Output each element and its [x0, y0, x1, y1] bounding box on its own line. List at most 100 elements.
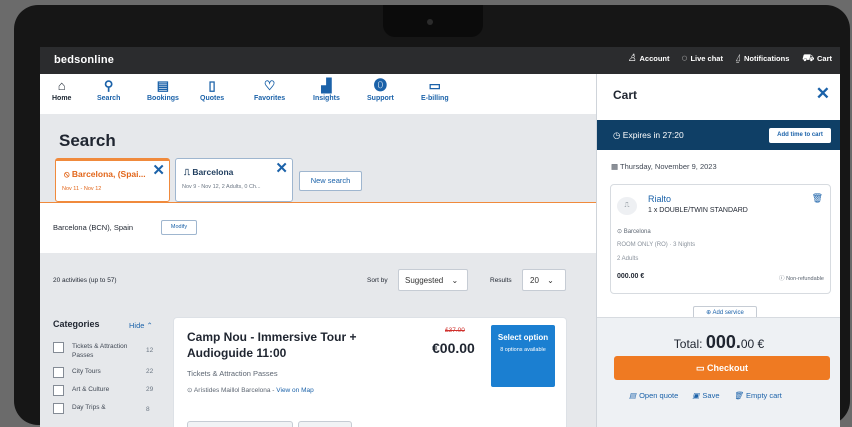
insights-icon: ▟ — [321, 78, 332, 93]
chat-icon: ◌ — [681, 52, 688, 64]
expiry-bar: ◷ Expires in 27:20 Add time to cart — [597, 120, 840, 150]
checkout-button[interactable]: ▭ Checkout — [614, 356, 830, 380]
results-value: 20 — [530, 276, 539, 285]
activity-address: ⊙ Arístides Maillol Barcelona - View on … — [187, 386, 314, 394]
category-checkbox[interactable] — [53, 367, 64, 378]
cart-hotel-item: ⎍ Rialto 1 x DOUBLE/TWIN STANDARD 🗑 ⊙ Ba… — [610, 184, 831, 294]
laptop-notch — [383, 5, 483, 37]
heart-icon: ♡ — [263, 78, 276, 93]
nav-support[interactable]: ⓿ Support — [367, 78, 394, 102]
tab-search-1[interactable]: ⦸ Barcelona, (Spai... Nov 11 - Nov 12 ✕ — [55, 158, 170, 202]
category-label: Art & Culture — [72, 386, 110, 393]
live-chat-link[interactable]: ◌ Live chat — [681, 52, 723, 64]
nav-favorites[interactable]: ♡ Favorites — [254, 78, 285, 102]
nav-quotes[interactable]: ▯ Quotes — [200, 78, 224, 102]
tab-2-subtitle: Nov 9 - Nov 12, 2 Adults, 0 Ch... — [182, 184, 261, 190]
checkout-label: Checkout — [707, 363, 749, 373]
hotel-name[interactable]: Rialto — [648, 194, 671, 204]
cart-link[interactable]: ⛟ Cart — [801, 52, 832, 64]
categories-title: Categories — [53, 319, 100, 329]
save-link[interactable]: ▣ Save — [692, 391, 719, 400]
options-available: 8 options available — [500, 347, 546, 353]
nav-insights-label: Insights — [313, 95, 340, 102]
location-pin-icon: ⊙ — [187, 387, 194, 394]
category-label: Tickets & Attraction Passes — [72, 343, 128, 359]
bed-icon: ⎍ — [617, 197, 637, 215]
cart-label: Cart — [816, 54, 832, 63]
tab-2-label: ⎍ Barcelona — [184, 167, 233, 178]
view-on-map-link[interactable]: View on Map — [276, 387, 313, 394]
category-checkbox[interactable] — [53, 403, 64, 414]
activity-price: €00.00 — [432, 340, 475, 356]
camera — [427, 19, 433, 25]
nav-quotes-label: Quotes — [200, 95, 225, 102]
bookings-icon: ▤ — [156, 78, 170, 93]
hotel-location-label: Barcelona — [623, 229, 651, 235]
select-option-button[interactable]: Select option 8 options available — [491, 325, 555, 387]
category-count: 29 — [146, 386, 154, 393]
results-count: 20 activities (up to 57) — [53, 277, 117, 284]
chevron-down-icon: ⌄ — [547, 276, 554, 285]
activity-tag — [187, 421, 293, 427]
nav-home[interactable]: ⌂ Home — [52, 78, 71, 102]
brand-logo[interactable]: bedsonline — [54, 54, 114, 66]
search-summary: Barcelona (BCN), Spain Modify — [40, 202, 596, 253]
select-option-label: Select option — [497, 333, 549, 342]
ebilling-icon: ▭ — [428, 78, 441, 93]
hotel-location: ⊙ Barcelona — [617, 228, 651, 235]
nav-ebilling[interactable]: ▭ E-billing — [421, 78, 449, 102]
total-value: 000. — [705, 332, 741, 352]
tab-1-title: Barcelona, (Spai... — [71, 169, 146, 179]
open-quote-link[interactable]: ▤ Open quote — [629, 391, 678, 400]
empty-cart-label: Empty cart — [746, 391, 782, 400]
results-label: Results — [490, 277, 512, 284]
guest-count: 2 Adults — [617, 256, 639, 262]
account-link[interactable]: ♙ Account — [627, 52, 670, 64]
non-refundable: ⓘ Non-refundable — [779, 274, 824, 282]
tab-search-2[interactable]: ⎍ Barcelona Nov 9 - Nov 12, 2 Adults, 0 … — [175, 158, 293, 202]
category-checkbox[interactable] — [53, 342, 64, 353]
cart-actions: ▤ Open quote ▣ Save 🗑 Empty cart — [629, 391, 782, 400]
trash-icon[interactable]: 🗑 — [812, 193, 823, 204]
user-icon: ♙ — [627, 52, 637, 64]
hide-label: Hide — [129, 321, 145, 330]
nav-home-label: Home — [52, 95, 72, 102]
hotel-price: 000.00 € — [617, 273, 645, 280]
live-chat-label: Live chat — [690, 54, 723, 63]
nav-support-label: Support — [367, 95, 394, 102]
hide-categories-link[interactable]: Hide ⌃ — [129, 321, 153, 330]
sort-label: Sort by — [367, 277, 388, 284]
sort-select[interactable]: Suggested ⌄ — [398, 269, 468, 291]
new-search-button[interactable]: New search — [299, 171, 362, 191]
cart-icon: ⛟ — [801, 52, 814, 64]
category-checkbox[interactable] — [53, 385, 64, 396]
board-type: ROOM ONLY (RO) · 3 Nights — [617, 242, 696, 248]
open-quote-label: Open quote — [639, 391, 679, 400]
trash-icon: 🗑 — [733, 391, 744, 400]
close-icon[interactable]: ✕ — [152, 161, 165, 179]
notifications-link[interactable]: ⍙ Notifications — [735, 53, 789, 63]
category-label: City Tours — [72, 368, 101, 375]
expiry-label: Expires in 27:20 — [622, 130, 684, 140]
close-icon[interactable]: ✕ — [816, 84, 830, 104]
old-price: £37.00 — [445, 327, 465, 334]
empty-cart-link[interactable]: 🗑 Empty cart — [734, 391, 782, 400]
add-time-button[interactable]: Add time to cart — [769, 128, 831, 143]
non-refundable-label: Non-refundable — [786, 276, 824, 282]
activity-title[interactable]: Camp Nou - Immersive Tour + Audioguide 1… — [187, 329, 387, 361]
category-label: Day Trips & — [72, 404, 106, 411]
nav-insights[interactable]: ▟ Insights — [313, 78, 340, 102]
nav-ebilling-label: E-billing — [421, 95, 449, 102]
close-icon[interactable]: ✕ — [275, 159, 288, 177]
hotel-tag-icon: ⦸ — [64, 169, 72, 179]
results-select[interactable]: 20 ⌄ — [522, 269, 566, 291]
tab-2-title: Barcelona — [192, 167, 234, 177]
sort-value: Suggested — [405, 276, 444, 285]
nav-search[interactable]: ⚲ Search — [97, 78, 120, 102]
modify-button[interactable]: Modify — [161, 220, 197, 235]
nav-bookings[interactable]: ▤ Bookings — [147, 78, 179, 102]
page-title: Search — [59, 131, 116, 150]
activity-tag — [298, 421, 352, 427]
category-count: 12 — [146, 347, 154, 354]
cart-date: ▦ Thursday, November 9, 2023 — [611, 162, 717, 171]
